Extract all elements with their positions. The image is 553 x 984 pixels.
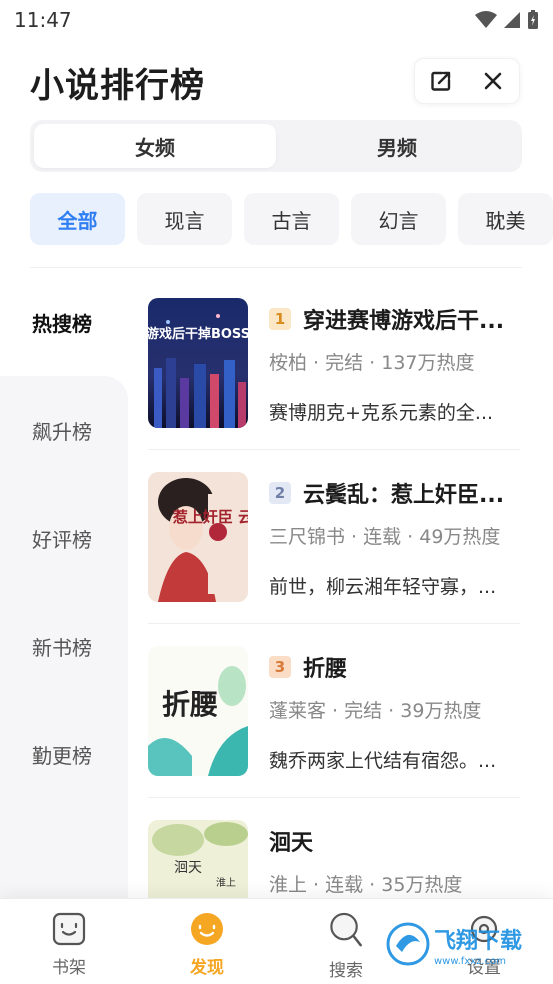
cover-title-text: 惹上奸臣 云鬓乱 — [173, 508, 248, 526]
book-description: 前世，柳云湘年轻守寡，... — [269, 576, 497, 598]
signal-icon — [504, 12, 520, 28]
share-icon — [431, 71, 451, 91]
search-icon — [330, 912, 362, 947]
battery-icon — [528, 10, 538, 29]
book-title: 穿进赛博游戏后干... — [303, 309, 505, 334]
status-bar: 11:47 — [0, 0, 553, 40]
tab-male[interactable]: 男频 — [276, 124, 518, 168]
watermark-url: www.fxxz.com — [434, 956, 506, 967]
discover-icon — [191, 913, 223, 945]
chip-ancient-romance[interactable]: 古言 — [244, 193, 339, 245]
nav-search[interactable]: 搜索 — [306, 911, 386, 981]
chip-fantasy-romance[interactable]: 幻言 — [351, 193, 446, 245]
rank-badge: 1 — [269, 308, 291, 330]
book-meta: 蓬莱客 · 完结 · 39万热度 — [269, 700, 482, 722]
book-title: 洄天 — [269, 831, 314, 856]
book-title-row: 洄天 — [269, 826, 521, 856]
book-title: 云鬓乱：惹上奸臣... — [303, 483, 505, 508]
cover-author-text: 淮上 — [216, 877, 236, 889]
rank-nav-hot-search[interactable]: 热搜榜 — [32, 308, 92, 337]
rank-badge: 2 — [269, 482, 291, 504]
list-divider — [148, 623, 520, 624]
cover-title-text: 穿进赛博游戏后干掉BOSS成功上位 — [148, 326, 248, 342]
list-divider — [148, 797, 520, 798]
book-description: 魏乔两家上代结有宿怨。... — [269, 750, 497, 772]
book-item[interactable]: 折腰 3 折腰 蓬莱客 · 完结 · 39万热度 魏乔两家上代结有宿怨。... — [148, 646, 520, 776]
nav-label: 搜索 — [329, 961, 363, 981]
book-title-row: 3 折腰 — [269, 652, 521, 682]
close-button[interactable] — [478, 66, 508, 96]
book-cover: 折腰 — [148, 646, 248, 776]
chip-danmei[interactable]: 耽美 — [458, 193, 553, 245]
cover-title-text: 洄天 — [174, 860, 202, 876]
book-item[interactable]: 惹上奸臣 云鬓乱 2 云鬓乱：惹上奸臣... 三尺锦书 · 连载 · 49万热度… — [148, 472, 520, 602]
chip-modern-romance[interactable]: 现言 — [137, 193, 232, 245]
watermark: 飞翔下载 www.fxxz.com — [386, 918, 546, 970]
nav-label: 发现 — [190, 958, 224, 978]
nav-label: 书架 — [52, 958, 86, 978]
book-description: 赛博朋克+克系元素的全... — [269, 402, 494, 424]
book-meta: 三尺锦书 · 连载 · 49万热度 — [269, 526, 501, 548]
watermark-text: 飞翔下载 — [434, 928, 522, 954]
cover-title-text: 折腰 — [162, 688, 218, 721]
book-cover: 穿进赛博游戏后干掉BOSS成功上位 — [148, 298, 248, 428]
nav-discover[interactable]: 发现 — [167, 911, 247, 981]
book-cover: 惹上奸臣 云鬓乱 — [148, 472, 248, 602]
book-title-row: 1 穿进赛博游戏后干... — [269, 304, 521, 334]
book-title-row: 2 云鬓乱：惹上奸臣... — [269, 478, 521, 508]
rank-badge: 3 — [269, 656, 291, 678]
rank-nav-new-books[interactable]: 新书榜 — [32, 632, 92, 661]
list-divider — [148, 449, 520, 450]
book-meta: 桉柏 · 完结 · 137万热度 — [269, 352, 475, 374]
close-icon — [484, 72, 502, 90]
rank-nav-top-rated[interactable]: 好评榜 — [32, 524, 92, 553]
status-icons — [475, 10, 539, 30]
share-button[interactable] — [426, 66, 456, 96]
book-item[interactable]: 穿进赛博游戏后干掉BOSS成功上位 1 穿进赛博游戏后干... 桉柏 · 完结 … — [148, 298, 520, 428]
status-time: 11:47 — [14, 8, 72, 32]
wifi-icon — [475, 11, 497, 28]
book-title: 折腰 — [303, 657, 348, 682]
chip-all[interactable]: 全部 — [30, 193, 125, 245]
nav-bookshelf[interactable]: 书架 — [29, 911, 109, 981]
rank-nav-rising[interactable]: 飙升榜 — [32, 416, 92, 445]
tab-female[interactable]: 女频 — [34, 124, 276, 168]
book-meta: 淮上 · 连载 · 35万热度 — [269, 874, 463, 896]
rank-nav-frequent-updates[interactable]: 勤更榜 — [32, 740, 92, 769]
page-title: 小说排行榜 — [30, 66, 205, 106]
category-chips: 全部 现言 古言 幻言 耽美 — [30, 193, 553, 245]
rank-nav: 热搜榜 飙升榜 好评榜 新书榜 勤更榜 — [0, 268, 128, 900]
bookshelf-icon — [52, 912, 86, 946]
gender-tabs: 女频 男频 — [30, 120, 522, 172]
header-actions — [414, 58, 520, 104]
